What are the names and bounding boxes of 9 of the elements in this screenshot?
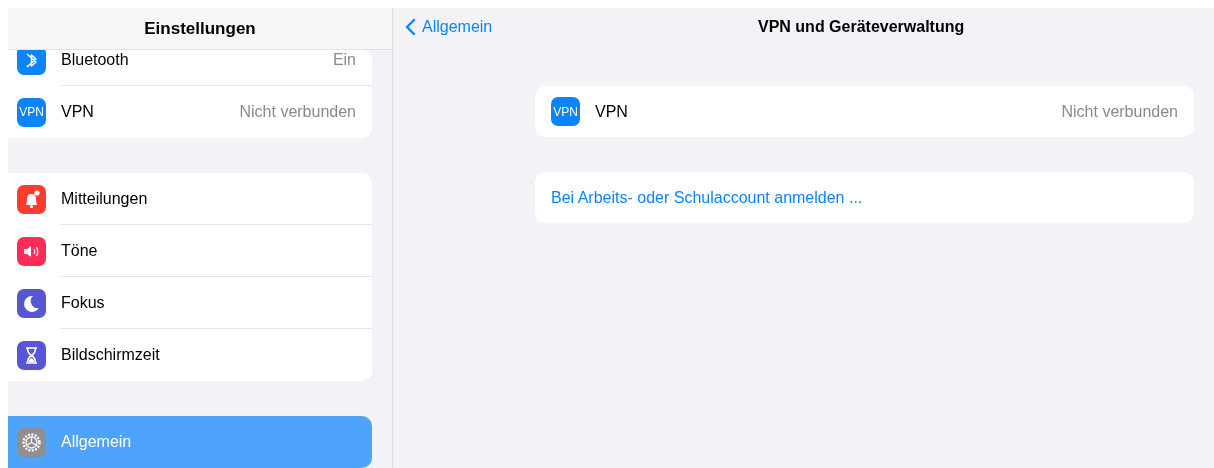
vpn-icon: VPN <box>17 97 46 127</box>
chevron-left-icon <box>405 18 416 36</box>
vpn-row[interactable]: VPN VPN Nicht verbunden <box>535 86 1194 137</box>
row-label: VPN <box>595 101 628 122</box>
sign-in-link[interactable]: Bei Arbeits- oder Schulaccount anmelden ... <box>535 172 1194 223</box>
row-value: Nicht verbunden <box>1061 101 1178 122</box>
page-title: VPN und Geräteverwaltung <box>758 17 965 37</box>
sidebar-title: Einstellungen <box>144 17 256 40</box>
vpn-icon: VPN <box>551 97 580 126</box>
